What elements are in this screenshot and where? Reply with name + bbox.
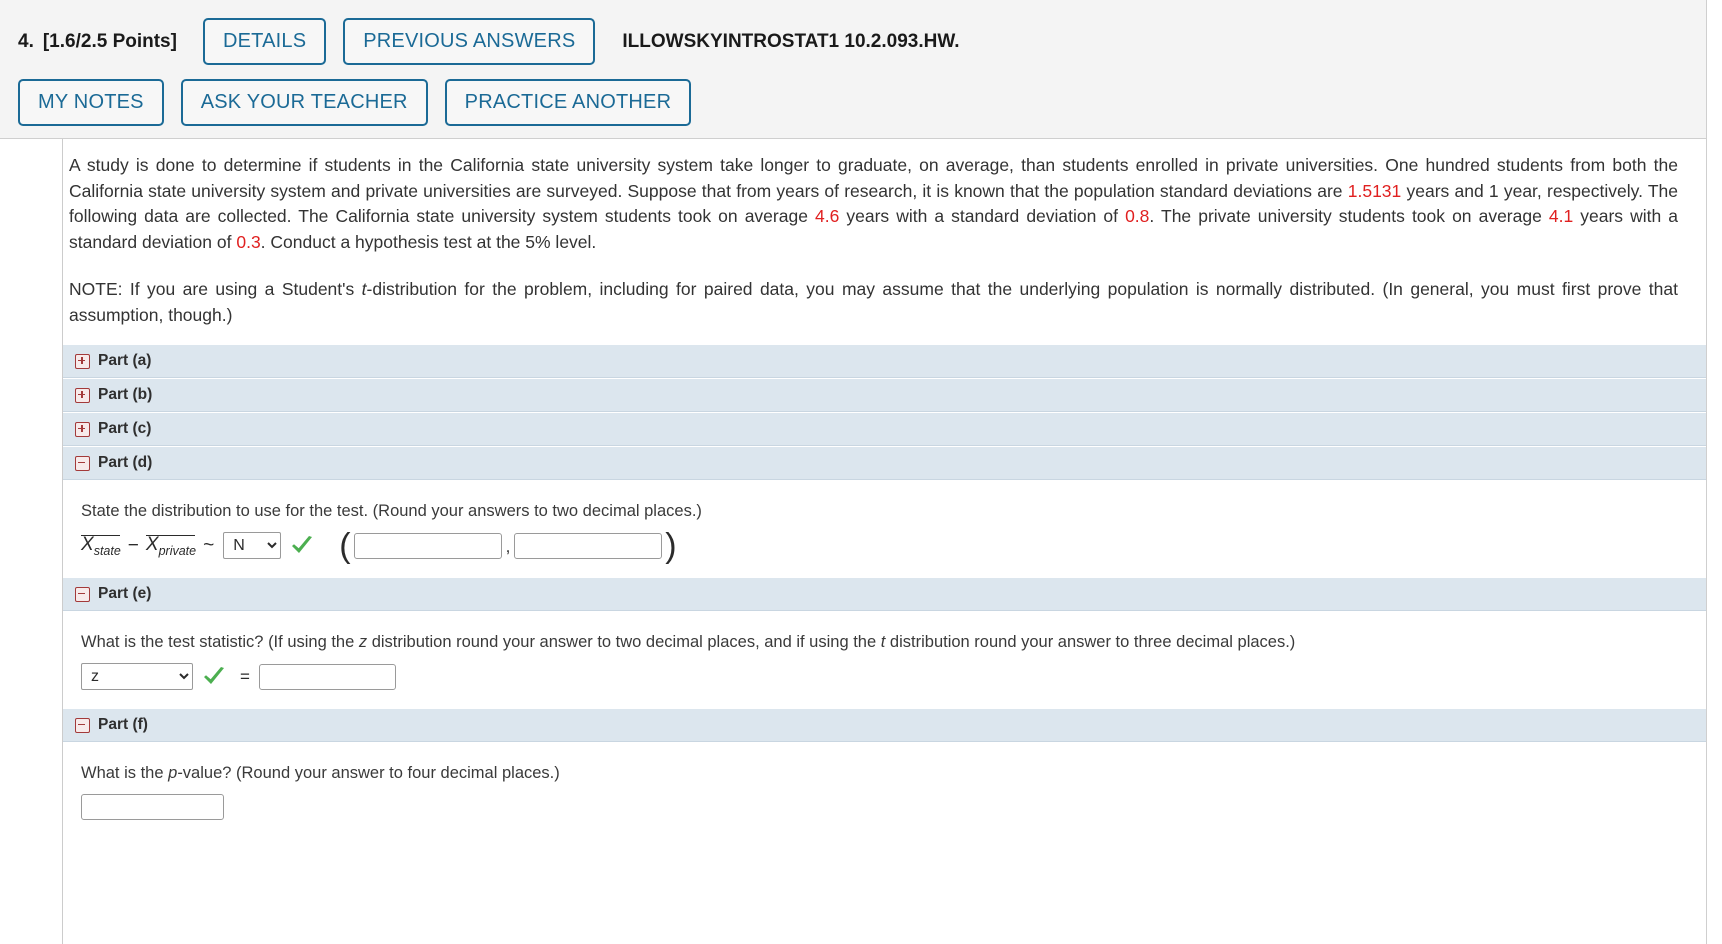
part-e-symbol-z: z (358, 633, 368, 651)
correct-check-icon (202, 666, 226, 688)
question-header: 4. [1.6/2.5 Points] DETAILS PREVIOUS ANS… (0, 0, 1707, 139)
part-label-b: Part (b) (98, 386, 153, 403)
part-header-c[interactable]: Part (c) (63, 412, 1706, 446)
assignment-code: ILLOWSKYINTROSTAT1 10.2.093.HW. (622, 30, 960, 52)
xbar-private-symbol: X (145, 533, 159, 555)
problem-text-f: . Conduct a hypothesis test at the 5% le… (260, 231, 597, 252)
previous-answers-button[interactable]: PREVIOUS ANSWERS (343, 18, 596, 65)
problem-value-sd-state: 0.8 (1125, 206, 1150, 226)
plus-icon (75, 421, 90, 437)
plus-icon (75, 387, 90, 403)
xbar-state-subscript: state (93, 543, 121, 558)
part-e-prompt: What is the test statistic? (If using th… (81, 631, 1706, 653)
xbar-private: Xprivate (145, 533, 197, 558)
problem-text-c: years with a standard deviation of (839, 206, 1126, 226)
question-number: 4. (18, 30, 34, 52)
part-e-text-b: distribution round your answer to two de… (367, 633, 881, 651)
part-f-text-b: -value? (Round your answer to four decim… (177, 764, 560, 782)
p-value-input[interactable] (81, 794, 224, 820)
distribution-mean-input[interactable] (353, 532, 502, 559)
problem-value-mean-state: 4.6 (815, 206, 840, 226)
question-page: 4. [1.6/2.5 Points] DETAILS PREVIOUS ANS… (0, 0, 1722, 944)
ask-your-teacher-button[interactable]: ASK YOUR TEACHER (180, 79, 428, 126)
test-statistic-select[interactable]: z t (81, 663, 193, 690)
part-f-text-a: What is the (81, 764, 169, 782)
points-earned: [1.6/2.5 Points] (42, 30, 177, 52)
equals-sign: = (240, 666, 250, 686)
details-button[interactable]: DETAILS (202, 18, 327, 65)
minus-icon (75, 586, 90, 602)
test-statistic-input[interactable] (258, 663, 396, 690)
problem-note: NOTE: If you are using a Student's t-dis… (69, 277, 1678, 328)
part-f-symbol-p: p (168, 764, 178, 782)
my-notes-button[interactable]: MY NOTES (18, 79, 164, 126)
distribution-sd-input[interactable] (514, 532, 663, 559)
problem-value-sd-private: 0.3 (236, 231, 261, 252)
xbar-private-subscript: private (158, 543, 197, 558)
problem-text-d: . The private university students took o… (1149, 206, 1549, 226)
minus-icon (75, 717, 90, 733)
part-f-prompt: What is the p-value? (Round your answer … (81, 762, 1706, 784)
minus-operator: − (127, 534, 139, 556)
header-row-primary: 4. [1.6/2.5 Points] DETAILS PREVIOUS ANS… (18, 18, 960, 65)
paren-comma: , (505, 537, 511, 556)
overbar (145, 534, 196, 536)
distribution-formula: Xstate − Xprivate ~ N t ( , ) (81, 529, 1706, 563)
minus-icon (75, 455, 90, 471)
header-row-secondary: MY NOTES ASK YOUR TEACHER PRACTICE ANOTH… (18, 79, 708, 126)
part-label-e: Part (e) (98, 585, 152, 602)
overbar (81, 534, 120, 536)
problem-value-sigma1: 1.5131 (1347, 180, 1402, 201)
problem-statement: A study is done to determine if students… (63, 139, 1706, 328)
part-body-f: What is the p-value? (Round your answer … (63, 742, 1706, 838)
part-header-f[interactable]: Part (f) (63, 708, 1706, 742)
part-header-a[interactable]: Part (a) (63, 344, 1706, 378)
problem-paragraph-1: A study is done to determine if students… (69, 153, 1678, 255)
p-value-row (81, 794, 1706, 820)
part-e-text-c: distribution round your answer to three … (885, 633, 1296, 651)
problem-value-mean-private: 4.1 (1548, 206, 1574, 226)
plus-icon (75, 353, 90, 369)
part-label-c: Part (c) (98, 420, 152, 437)
distribution-select[interactable]: N t (223, 532, 282, 559)
correct-check-icon (290, 535, 314, 557)
part-label-a: Part (a) (98, 352, 152, 369)
part-body-d: State the distribution to use for the te… (63, 480, 1706, 577)
part-d-prompt: State the distribution to use for the te… (81, 502, 702, 520)
part-header-d[interactable]: Part (d) (63, 446, 1706, 480)
xbar-state: Xstate (81, 533, 121, 558)
test-statistic-row: z t = (81, 663, 1706, 690)
tilde-operator: ~ (203, 534, 215, 556)
part-e-text-a: What is the test statistic? (If using th… (81, 633, 359, 651)
note-text-a: NOTE: If you are using a Student's (69, 279, 362, 299)
part-label-f: Part (f) (98, 716, 148, 733)
part-body-e: What is the test statistic? (If using th… (63, 611, 1706, 708)
xbar-state-symbol: X (81, 533, 94, 555)
question-body: A study is done to determine if students… (62, 139, 1707, 944)
practice-another-button[interactable]: PRACTICE ANOTHER (444, 79, 692, 126)
part-label-d: Part (d) (98, 454, 153, 471)
part-header-e[interactable]: Part (e) (63, 577, 1706, 611)
part-header-b[interactable]: Part (b) (63, 378, 1706, 412)
